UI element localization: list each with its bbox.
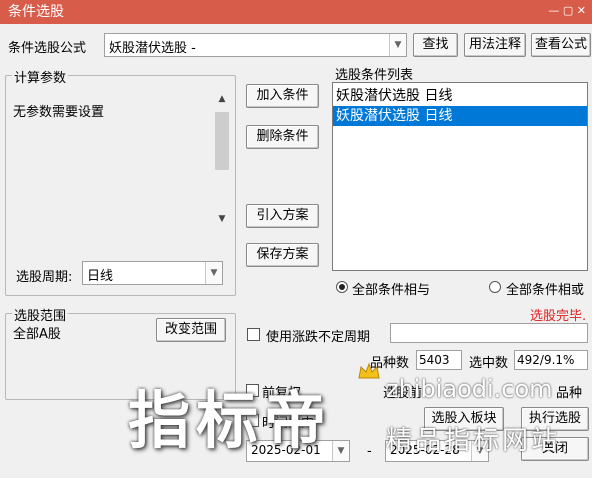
volatile-label: 使用涨跌不定周期 <box>266 330 371 345</box>
usage-button[interactable]: 用法注释 <box>464 33 526 57</box>
formula-label: 条件选股公式 <box>8 41 87 56</box>
window-controls[interactable]: — ▢ ✕ <box>548 4 586 17</box>
chevron-down-icon[interactable]: ▼ <box>205 262 222 284</box>
delete-condition-button[interactable]: 删除条件 <box>246 125 319 149</box>
and-label: 全部条件相与 <box>352 283 431 298</box>
list-item-selected[interactable]: 妖股潜伏选股 日线 <box>333 106 587 126</box>
chevron-down-icon[interactable]: ▼ <box>389 34 406 56</box>
range-title: 选股范围 <box>12 305 69 324</box>
volatile-checkbox[interactable] <box>247 328 260 341</box>
add-condition-button[interactable]: 加入条件 <box>246 84 319 108</box>
chevron-down-icon[interactable]: ▼ <box>332 441 349 461</box>
or-radio[interactable] <box>489 281 501 293</box>
crown-icon <box>358 362 380 380</box>
period-select[interactable]: 日线 ▼ <box>82 261 223 285</box>
and-radio[interactable] <box>336 281 348 293</box>
watermark-logo: 指标帝 <box>128 384 333 457</box>
params-title: 计算参数 <box>12 67 69 86</box>
formula-select[interactable]: 妖股潜伏选股 - ▼ <box>104 33 407 57</box>
scroll-down-icon[interactable]: ▼ <box>215 214 229 230</box>
find-button[interactable]: 查找 <box>413 33 458 57</box>
save-plan-button[interactable]: 保存方案 <box>246 243 319 267</box>
period-value: 日线 <box>87 269 114 284</box>
formula-value: 妖股潜伏选股 - <box>109 41 196 56</box>
volatile-input[interactable] <box>390 323 588 343</box>
window-title: 条件选股 <box>8 4 64 20</box>
status-text: 选股完毕. <box>530 309 587 324</box>
period-label: 选股周期: <box>16 270 73 285</box>
condition-list[interactable]: 妖股潜伏选股 日线 妖股潜伏选股 日线 <box>332 82 588 271</box>
selected-label: 选中数 <box>469 356 509 371</box>
condlist-title: 选股条件列表 <box>335 68 414 83</box>
watermark-url: zhibiaodi.com <box>386 375 553 403</box>
or-label: 全部条件相或 <box>506 283 585 298</box>
date-separator: - <box>367 444 372 459</box>
watermark-subtitle: 精品指标网站 <box>386 426 561 456</box>
selected-value: 492/9.1% <box>514 350 588 370</box>
params-scrollbar[interactable]: ▲ ▼ <box>214 94 230 232</box>
count-value: 5403 <box>416 350 462 370</box>
list-item[interactable]: 妖股潜伏选股 日线 <box>333 86 587 106</box>
scroll-up-icon[interactable]: ▲ <box>215 94 229 110</box>
change-range-button[interactable]: 改变范围 <box>156 318 226 342</box>
scroll-thumb[interactable] <box>215 112 229 170</box>
params-text: 无参数需要设置 <box>13 105 105 120</box>
import-plan-button[interactable]: 引入方案 <box>246 204 319 228</box>
types-label: 品种 <box>556 386 583 401</box>
range-value: 全部A股 <box>13 327 61 342</box>
view-formula-button[interactable]: 查看公式 <box>531 33 591 57</box>
title-bar <box>0 0 592 24</box>
